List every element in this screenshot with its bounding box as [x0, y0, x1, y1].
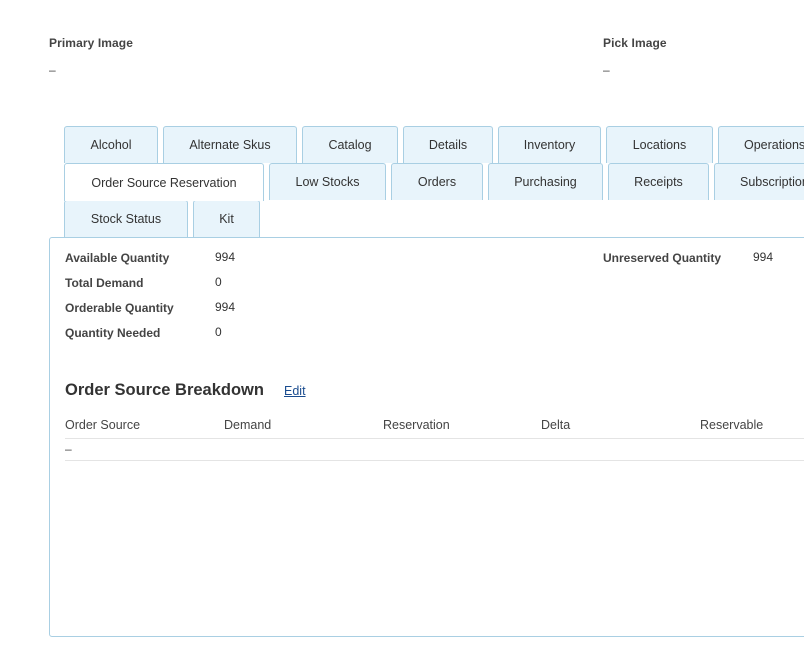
tab-row-1: Alcohol Alternate Skus Catalog Details I…	[64, 126, 804, 163]
tab-receipts[interactable]: Receipts	[608, 163, 709, 200]
unreserved-quantity-label: Unreserved Quantity	[603, 251, 722, 265]
primary-image-field: Primary Image –	[49, 36, 133, 77]
tab-details[interactable]: Details	[403, 126, 493, 163]
column-header-order-source[interactable]: Order Source	[65, 418, 140, 432]
table-empty-row-value: –	[65, 442, 72, 456]
tab-row-2: Order Source Reservation Low Stocks Orde…	[64, 163, 804, 201]
primary-image-value: –	[49, 63, 56, 77]
available-quantity-label: Available Quantity	[65, 251, 170, 265]
tab-content-panel	[49, 237, 804, 637]
orderable-quantity-label: Orderable Quantity	[65, 301, 174, 315]
table-row-divider	[65, 460, 804, 461]
unreserved-quantity-value: 994	[753, 250, 774, 264]
tab-low-stocks[interactable]: Low Stocks	[269, 163, 386, 200]
tab-orders[interactable]: Orders	[391, 163, 483, 200]
column-header-reservable[interactable]: Reservable	[700, 418, 763, 432]
quantity-needed-label: Quantity Needed	[65, 326, 161, 340]
tab-subscriptions[interactable]: Subscriptions	[714, 163, 804, 200]
column-header-reservation[interactable]: Reservation	[383, 418, 450, 432]
total-demand-label: Total Demand	[65, 276, 144, 290]
tab-alcohol[interactable]: Alcohol	[64, 126, 158, 163]
column-header-demand[interactable]: Demand	[224, 418, 271, 432]
pick-image-label: Pick Image	[603, 36, 667, 50]
quantity-needed-value: 0	[215, 325, 222, 339]
tab-alternate-skus[interactable]: Alternate Skus	[163, 126, 297, 163]
pick-image-field: Pick Image –	[603, 36, 667, 77]
pick-image-value: –	[603, 63, 610, 77]
primary-image-label: Primary Image	[49, 36, 134, 50]
available-quantity-value: 994	[215, 250, 236, 264]
order-source-breakdown-title: Order Source Breakdown	[65, 381, 264, 399]
column-header-delta[interactable]: Delta	[541, 418, 570, 432]
tab-operations[interactable]: Operations	[718, 126, 804, 163]
tab-inventory[interactable]: Inventory	[498, 126, 601, 163]
tab-locations[interactable]: Locations	[606, 126, 713, 163]
table-header-divider	[65, 438, 804, 439]
tab-stock-status[interactable]: Stock Status	[64, 200, 188, 237]
edit-breakdown-link[interactable]: Edit	[284, 384, 306, 398]
tab-row-3: Stock Status Kit	[64, 200, 265, 237]
tab-kit[interactable]: Kit	[193, 200, 260, 237]
tab-purchasing[interactable]: Purchasing	[488, 163, 603, 200]
tab-order-source-reservation[interactable]: Order Source Reservation	[64, 163, 264, 201]
orderable-quantity-value: 994	[215, 300, 236, 314]
total-demand-value: 0	[215, 275, 222, 289]
breakdown-table-header: Order Source Demand Reservation Delta Re…	[0, 418, 804, 432]
tab-catalog[interactable]: Catalog	[302, 126, 398, 163]
